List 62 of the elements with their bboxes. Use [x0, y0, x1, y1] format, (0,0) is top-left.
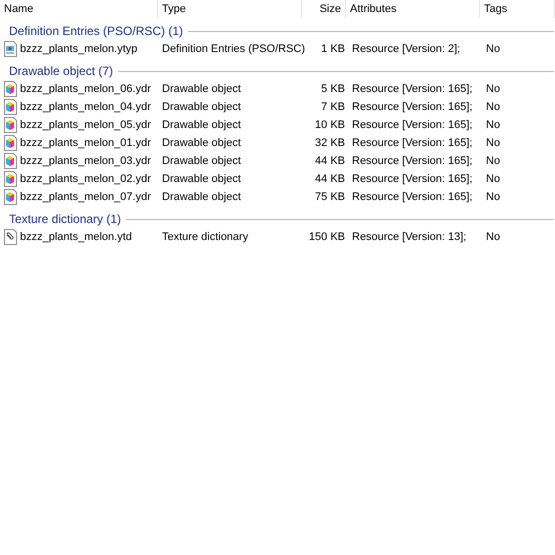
table-cell-text: 44 KB	[315, 154, 345, 169]
table-cell: Resource [Version: 165];	[352, 172, 472, 185]
table-cell: Resource [Version: 165];	[352, 82, 472, 95]
table-cell: Drawable object	[162, 118, 241, 131]
table-cell: No	[486, 172, 500, 185]
table-cell: No	[486, 136, 500, 149]
table-cell: Resource [Version: 165];	[352, 118, 472, 131]
file-name[interactable]: bzzz_plants_melon_06.ydr	[20, 80, 151, 98]
group-header[interactable]: Drawable object (7)	[9, 62, 114, 80]
table-cell: Resource [Version: 165];	[352, 190, 472, 203]
table-cell-text: 7 KB	[321, 100, 345, 115]
table-cell: Resource [Version: 165];	[352, 154, 472, 167]
table-cell: No	[486, 100, 500, 113]
column-header[interactable]: Name	[0, 0, 158, 18]
table-cell: No	[486, 118, 500, 131]
colorful-cube-file-icon	[3, 171, 18, 187]
colorful-cube-file-icon	[3, 99, 18, 115]
table-cell: No	[486, 154, 500, 167]
settings-file-icon	[3, 41, 18, 57]
file-name[interactable]: bzzz_plants_melon.ytyp	[20, 40, 138, 58]
table-cell-text: 10 KB	[315, 118, 345, 133]
column-header[interactable]: Attributes	[346, 0, 480, 18]
table-cell: No	[486, 82, 500, 95]
paperclip-file-icon	[3, 229, 18, 245]
table-cell: Drawable object	[162, 154, 241, 167]
file-name[interactable]: bzzz_plants_melon_07.ydr	[20, 188, 151, 206]
table-cell-text: 44 KB	[315, 172, 345, 187]
table-cell: Drawable object	[162, 190, 241, 203]
table-cell: Resource [Version: 13];	[352, 230, 466, 243]
table-cell-text: 75 KB	[315, 190, 345, 205]
table-cell-text: 5 KB	[321, 82, 345, 97]
table-cell: Resource [Version: 165];	[352, 136, 472, 149]
file-name[interactable]: bzzz_plants_melon.ytd	[20, 228, 132, 246]
table-cell: Drawable object	[162, 100, 241, 113]
file-name[interactable]: bzzz_plants_melon_03.ydr	[20, 152, 151, 170]
file-name[interactable]: bzzz_plants_melon_04.ydr	[20, 98, 151, 116]
file-name[interactable]: bzzz_plants_melon_02.ydr	[20, 170, 151, 188]
table-cell-text: 32 KB	[315, 136, 345, 151]
file-name[interactable]: bzzz_plants_melon_01.ydr	[20, 134, 151, 152]
group-header[interactable]: Texture dictionary (1)	[9, 210, 122, 228]
column-header[interactable]: Type	[158, 0, 302, 18]
colorful-cube-file-icon	[3, 153, 18, 169]
table-cell: Definition Entries (PSO/RSC)	[162, 42, 306, 55]
table-cell: Drawable object	[162, 82, 241, 95]
table-cell: Texture dictionary	[162, 230, 248, 243]
table-cell: No	[486, 42, 500, 55]
column-header[interactable]: Tags	[480, 0, 555, 18]
colorful-cube-file-icon	[3, 189, 18, 205]
file-name[interactable]: bzzz_plants_melon_05.ydr	[20, 116, 151, 134]
table-cell: Drawable object	[162, 172, 241, 185]
group-header[interactable]: Definition Entries (PSO/RSC) (1)	[9, 22, 184, 40]
table-cell: Resource [Version: 165];	[352, 100, 472, 113]
column-header[interactable]: Size	[302, 0, 346, 18]
table-cell-text: 1 KB	[321, 42, 345, 57]
table-cell: Drawable object	[162, 136, 241, 149]
table-cell: Resource [Version: 2];	[352, 42, 460, 55]
colorful-cube-file-icon	[3, 117, 18, 133]
table-cell-text: 150 KB	[308, 230, 345, 245]
colorful-cube-file-icon	[3, 135, 18, 151]
colorful-cube-file-icon	[3, 81, 18, 97]
table-cell: No	[486, 190, 500, 203]
table-cell: No	[486, 230, 500, 243]
